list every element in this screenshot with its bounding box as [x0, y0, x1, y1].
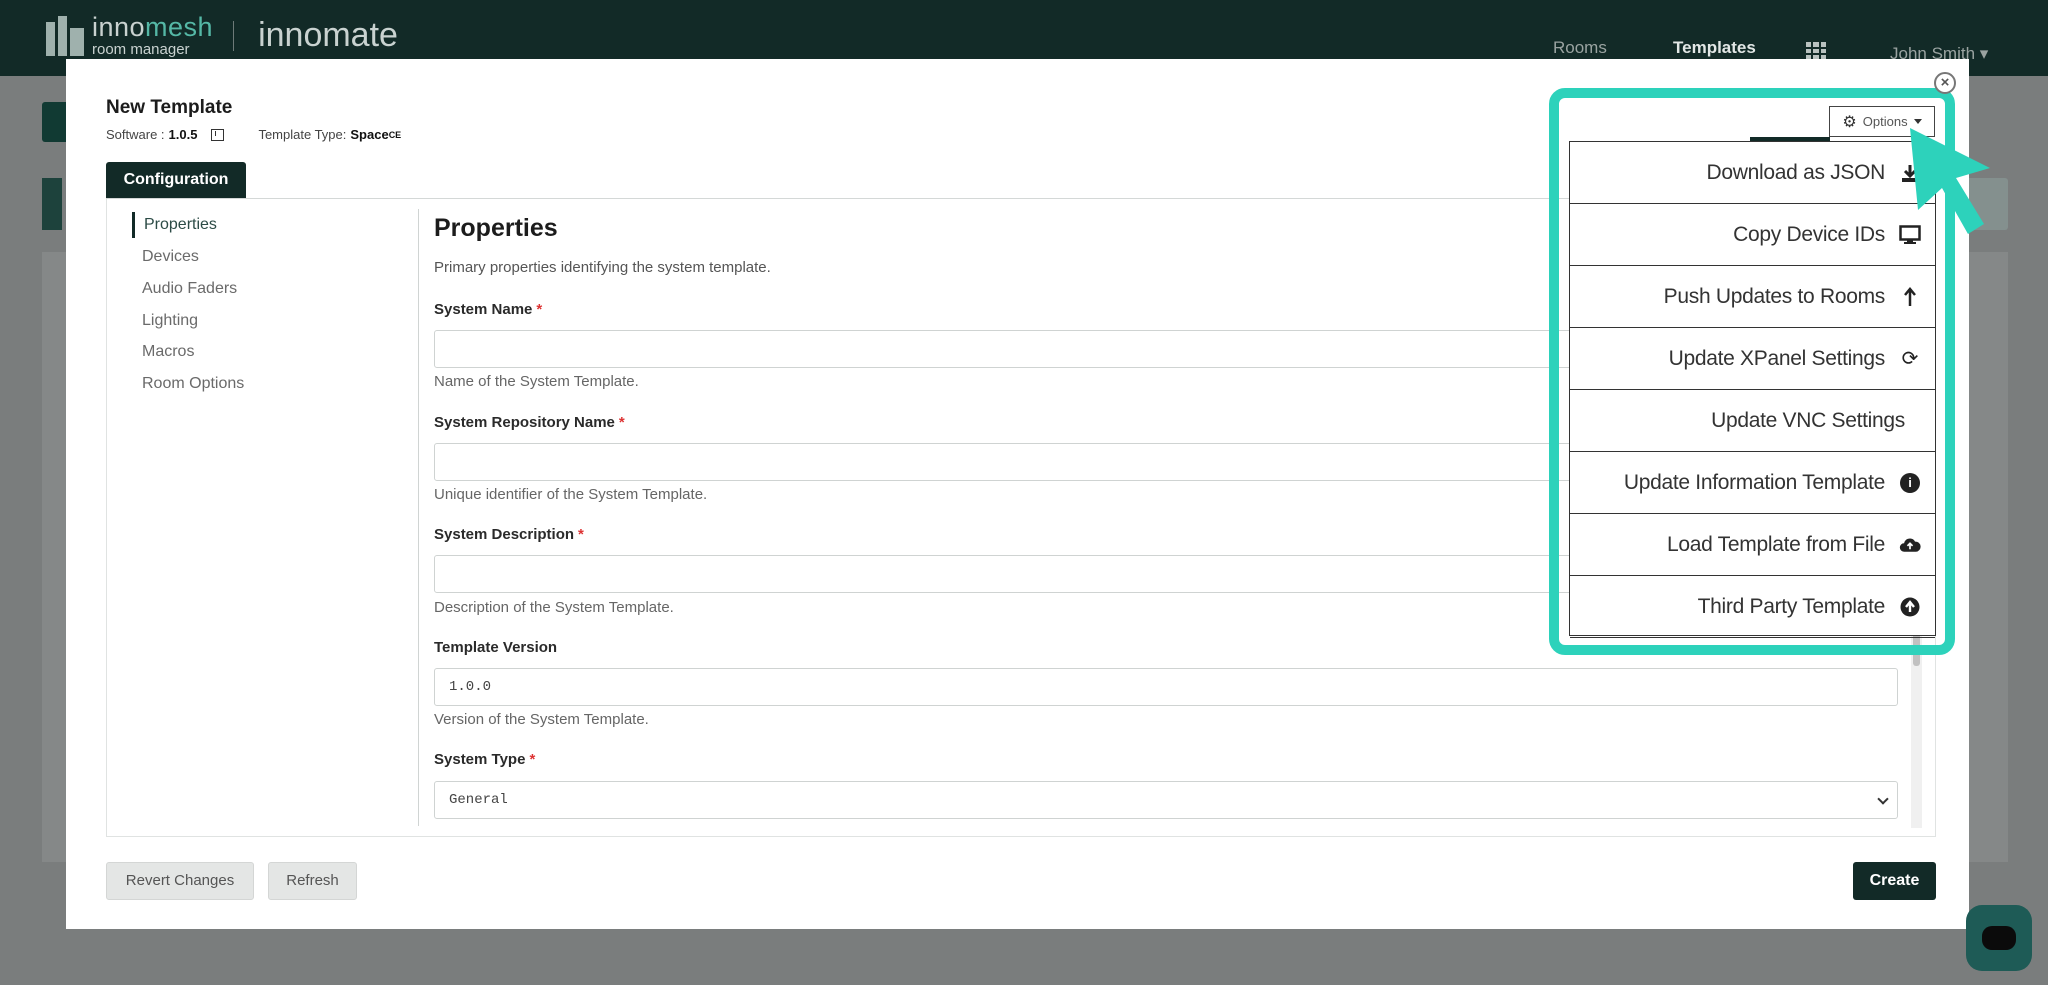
info-icon: i — [1899, 472, 1921, 494]
side-nav-audio-faders[interactable]: Audio Faders — [142, 280, 237, 298]
field-label-template-version: Template Version — [434, 639, 558, 656]
menu-item-copy-device-ids[interactable]: Copy Device IDs — [1570, 204, 1935, 266]
modal-subtitle: Software : 1.0.5 Template Type: Space CE — [106, 127, 401, 142]
options-menu: Download as JSON Copy Device IDs Push Up… — [1569, 141, 1936, 638]
template-type-value: Space — [350, 127, 389, 142]
system-name-help: Name of the System Template. — [434, 373, 639, 390]
side-nav-properties[interactable]: Properties — [144, 216, 217, 234]
side-nav-active-indicator — [132, 212, 135, 238]
options-label: Options — [1862, 114, 1908, 129]
software-version: 1.0.5 — [168, 127, 198, 142]
gear-icon: ⚙ — [1842, 113, 1857, 131]
close-icon[interactable]: × — [1934, 72, 1956, 94]
software-label: Software : — [106, 127, 165, 142]
template-type-label: Template Type: — [258, 127, 347, 142]
side-nav-macros[interactable]: Macros — [142, 343, 194, 361]
tab-configuration[interactable]: Configuration — [106, 162, 246, 198]
system-type-select[interactable]: General — [434, 781, 1898, 819]
nav-templates[interactable]: Templates — [1673, 38, 1756, 58]
apps-grid-icon[interactable] — [1806, 42, 1826, 60]
field-label-system-description: System Description * — [434, 526, 584, 543]
nav-rooms[interactable]: Rooms — [1553, 38, 1607, 58]
menu-item-update-xpanel[interactable]: Update XPanel Settings ⟳ — [1570, 328, 1935, 390]
section-title: Properties — [434, 214, 558, 242]
side-nav-room-options[interactable]: Room Options — [142, 375, 244, 393]
template-version-help: Version of the System Template. — [434, 711, 649, 728]
section-description: Primary properties identifying the syste… — [434, 259, 771, 276]
brand-suffix: mesh — [145, 12, 214, 42]
logo-divider — [233, 20, 235, 51]
menu-item-update-vnc[interactable]: Update VNC Settings — [1570, 390, 1935, 452]
field-label-system-name: System Name * — [434, 301, 543, 318]
product-name: innomate — [258, 16, 398, 54]
menu-item-load-template[interactable]: Load Template from File — [1570, 514, 1935, 576]
side-nav-devices[interactable]: Devices — [142, 248, 199, 266]
caret-down-icon — [1913, 119, 1922, 124]
revert-changes-button[interactable]: Revert Changes — [106, 862, 254, 900]
system-type-value: General — [449, 792, 508, 808]
brand-prefix: inno — [92, 12, 146, 42]
field-label-system-type: System Type * — [434, 751, 536, 768]
system-description-help: Description of the System Template. — [434, 599, 674, 616]
arrow-up-icon — [1899, 286, 1921, 308]
arrow-circle-up-icon — [1899, 596, 1921, 618]
menu-item-download-json[interactable]: Download as JSON — [1570, 142, 1935, 204]
innomesh-logo-icon — [46, 15, 84, 56]
create-button[interactable]: Create — [1853, 862, 1936, 900]
menu-item-third-party-template[interactable]: Third Party Template — [1570, 576, 1935, 638]
refresh-button[interactable]: Refresh — [268, 862, 357, 900]
template-type-sup: CE — [388, 129, 402, 140]
field-label-system-repository-name: System Repository Name * — [434, 414, 625, 431]
side-nav-divider — [418, 209, 419, 826]
chat-button[interactable] — [1966, 905, 2032, 971]
modal-title: New Template — [106, 97, 233, 118]
pointer-cursor-icon — [1910, 128, 1990, 234]
menu-item-push-updates[interactable]: Push Updates to Rooms — [1570, 266, 1935, 328]
brand-logo[interactable]: innomesh room manager innomate — [46, 14, 398, 57]
template-version-input[interactable]: 1.0.0 — [434, 668, 1898, 706]
system-repository-name-help: Unique identifier of the System Template… — [434, 486, 708, 503]
cloud-upload-icon — [1899, 534, 1921, 556]
background-bar — [42, 178, 62, 230]
refresh-icon: ⟳ — [1901, 348, 1919, 370]
chevron-down-icon — [1877, 793, 1889, 805]
chat-icon — [1982, 926, 2016, 950]
side-nav-lighting[interactable]: Lighting — [142, 312, 198, 330]
brand-tagline: room manager — [92, 41, 190, 58]
download-version-icon[interactable] — [211, 128, 225, 141]
menu-item-update-information-template[interactable]: Update Information Template i — [1570, 452, 1935, 514]
